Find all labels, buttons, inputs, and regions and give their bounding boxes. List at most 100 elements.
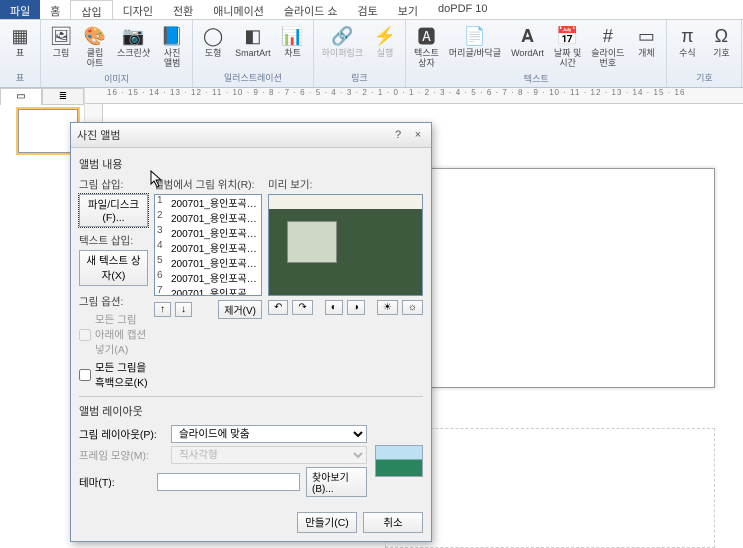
move-up-button[interactable]: ↑ (154, 302, 171, 317)
contrast-up-button[interactable]: ◐ (325, 300, 343, 315)
picture-layout-select[interactable]: 슬라이드에 맞춤 (171, 425, 367, 443)
ribbon-wordart[interactable]: 𝐀WordArt (507, 22, 548, 61)
help-button[interactable]: ? (391, 128, 405, 142)
create-button[interactable]: 만들기(C) (297, 512, 357, 533)
preview-label: 미리 보기: (268, 177, 423, 192)
ribbon-slidenum[interactable]: #슬라이드 번호 (587, 22, 628, 71)
tab-pdf[interactable]: doPDF 10 (428, 0, 498, 19)
ribbon-photoalbum[interactable]: 📘사진 앨범 (156, 22, 188, 71)
photo-album-dialog: 사진 앨범 ? × 앨범 내용 그림 삽입: 파일/디스크(F)... 텍스트 … (70, 122, 432, 542)
ribbon-headerfooter[interactable]: 📄머리글/바닥글 (445, 22, 505, 61)
tab-transition[interactable]: 전환 (163, 0, 203, 19)
list-item[interactable]: 7200701_용인포곡스마 (155, 285, 261, 296)
new-textbox-button[interactable]: 새 텍스트 상자(X) (79, 250, 148, 286)
move-down-button[interactable]: ↓ (175, 302, 192, 317)
ribbon-picture[interactable]: 🖼그림 (45, 22, 77, 61)
list-item[interactable]: 3200701_용인포곡스마 (155, 225, 261, 240)
ribbon-datetime[interactable]: 📅날짜 및 시간 (550, 22, 585, 71)
dialog-title: 사진 앨범 (77, 127, 121, 143)
picture-icon: 🖼 (49, 24, 73, 48)
ribbon-group-symbols: 기호 (671, 70, 737, 85)
ribbon-group-tables: 표 (4, 70, 36, 85)
slide-thumbnail[interactable] (18, 109, 78, 153)
tab-design[interactable]: 디자인 (113, 0, 163, 19)
picture-listbox[interactable]: 1200701_용인포곡스마2200701_용인포곡스마3200701_용인포곡… (154, 194, 262, 296)
ribbon-action: ⚡실행 (369, 22, 401, 61)
theme-label: 테마(T): (79, 475, 151, 490)
file-disk-button[interactable]: 파일/디스크(F)... (79, 194, 148, 227)
ribbon-textbox[interactable]: 🅰텍스트 상자 (410, 22, 443, 71)
ribbon-smartart[interactable]: ◧SmartArt (231, 22, 275, 61)
ribbon-clipart[interactable]: 🎨클립 아트 (79, 22, 111, 71)
tab-animation[interactable]: 애니메이션 (203, 0, 274, 19)
list-item[interactable]: 1200701_용인포곡스마 (155, 195, 261, 210)
ribbon-group-images: 이미지 (45, 71, 188, 86)
tab-review[interactable]: 검토 (348, 0, 388, 19)
hyperlink-icon: 🔗 (330, 24, 354, 48)
caption-checkbox (79, 329, 91, 341)
table-icon: ▦ (8, 24, 32, 48)
close-button[interactable]: × (411, 128, 425, 142)
list-item[interactable]: 4200701_용인포곡스마 (155, 240, 261, 255)
preview-box (268, 194, 423, 296)
brightness-down-button[interactable]: ☼ (402, 300, 423, 315)
list-item[interactable]: 2200701_용인포곡스마 (155, 210, 261, 225)
photoalbum-icon: 📘 (160, 24, 184, 48)
tab-insert[interactable]: 삽입 (70, 0, 112, 19)
frame-shape-label: 프레임 모양(M): (79, 448, 165, 463)
brightness-up-button[interactable]: ☀ (377, 300, 398, 315)
ribbon-symbol[interactable]: Ω기호 (705, 22, 737, 61)
picture-layout-label: 그림 레이아웃(P): (79, 427, 165, 442)
tab-view[interactable]: 보기 (388, 0, 428, 19)
remove-button[interactable]: 제거(V) (218, 300, 262, 319)
theme-input[interactable] (157, 473, 300, 491)
action-icon: ⚡ (373, 24, 397, 48)
slide-canvas[interactable] (385, 168, 715, 388)
cancel-button[interactable]: 취소 (363, 512, 423, 533)
ribbon-shapes[interactable]: ◯도형 (197, 22, 229, 61)
shapes-icon: ◯ (201, 24, 225, 48)
slidenum-icon: # (596, 24, 620, 48)
symbol-icon: Ω (709, 24, 733, 48)
section-album-content: 앨범 내용 (79, 156, 423, 172)
ribbon-screenshot[interactable]: 📷스크린샷 (113, 22, 154, 61)
picture-options-label: 그림 옵션: (79, 294, 148, 309)
insert-picture-label: 그림 삽입: (79, 177, 148, 192)
screenshot-icon: 📷 (122, 24, 146, 48)
ribbon-chart[interactable]: 📊차트 (277, 22, 309, 61)
datetime-icon: 📅 (556, 24, 580, 48)
equation-icon: π (675, 24, 699, 48)
insert-text-label: 텍스트 삽입: (79, 233, 148, 248)
ribbon: ▦표 표 🖼그림 🎨클립 아트 📷스크린샷 📘사진 앨범 이미지 ◯도형 ◧Sm… (0, 20, 743, 88)
ribbon-object[interactable]: ▭개체 (630, 22, 662, 61)
list-item[interactable]: 6200701_용인포곡스마 (155, 270, 261, 285)
rotate-right-button[interactable]: ↷ (292, 300, 312, 315)
object-icon: ▭ (634, 24, 658, 48)
notes-placeholder[interactable] (385, 428, 715, 548)
thumb-tab-outline[interactable]: ≣ (42, 88, 84, 105)
ruler-horizontal: 16 · 15 · 14 · 13 · 12 · 11 · 10 · 9 · 8… (85, 88, 743, 104)
dialog-titlebar[interactable]: 사진 앨범 ? × (71, 123, 431, 148)
layout-preview-thumb (375, 445, 423, 477)
browse-button[interactable]: 찾아보기(B)... (306, 467, 367, 497)
contrast-down-button[interactable]: ◑ (347, 300, 365, 315)
thumb-tab-slides[interactable]: ▭ (0, 88, 42, 105)
chart-icon: 📊 (281, 24, 305, 48)
ribbon-equation[interactable]: π수식 (671, 22, 703, 61)
smartart-icon: ◧ (241, 24, 265, 48)
ribbon-group-links: 링크 (318, 70, 401, 85)
blackwhite-checkbox[interactable] (79, 369, 91, 381)
blackwhite-checkbox-label: 모든 그림을 흑백으로(K) (95, 360, 148, 390)
textbox-icon: 🅰 (414, 24, 438, 48)
tab-home[interactable]: 홈 (40, 0, 70, 19)
ribbon-hyperlink: 🔗하이퍼링크 (318, 22, 367, 61)
rotate-left-button[interactable]: ↶ (268, 300, 288, 315)
tab-file[interactable]: 파일 (0, 0, 40, 19)
album-position-label: 앨범에서 그림 위치(R): (154, 177, 262, 192)
ribbon-table[interactable]: ▦표 (4, 22, 36, 61)
tab-bar: 파일 홈 삽입 디자인 전환 애니메이션 슬라이드 쇼 검토 보기 doPDF … (0, 0, 743, 20)
preview-image (269, 195, 422, 295)
clipart-icon: 🎨 (83, 24, 107, 48)
tab-slideshow[interactable]: 슬라이드 쇼 (274, 0, 348, 19)
list-item[interactable]: 5200701_용인포곡스마 (155, 255, 261, 270)
